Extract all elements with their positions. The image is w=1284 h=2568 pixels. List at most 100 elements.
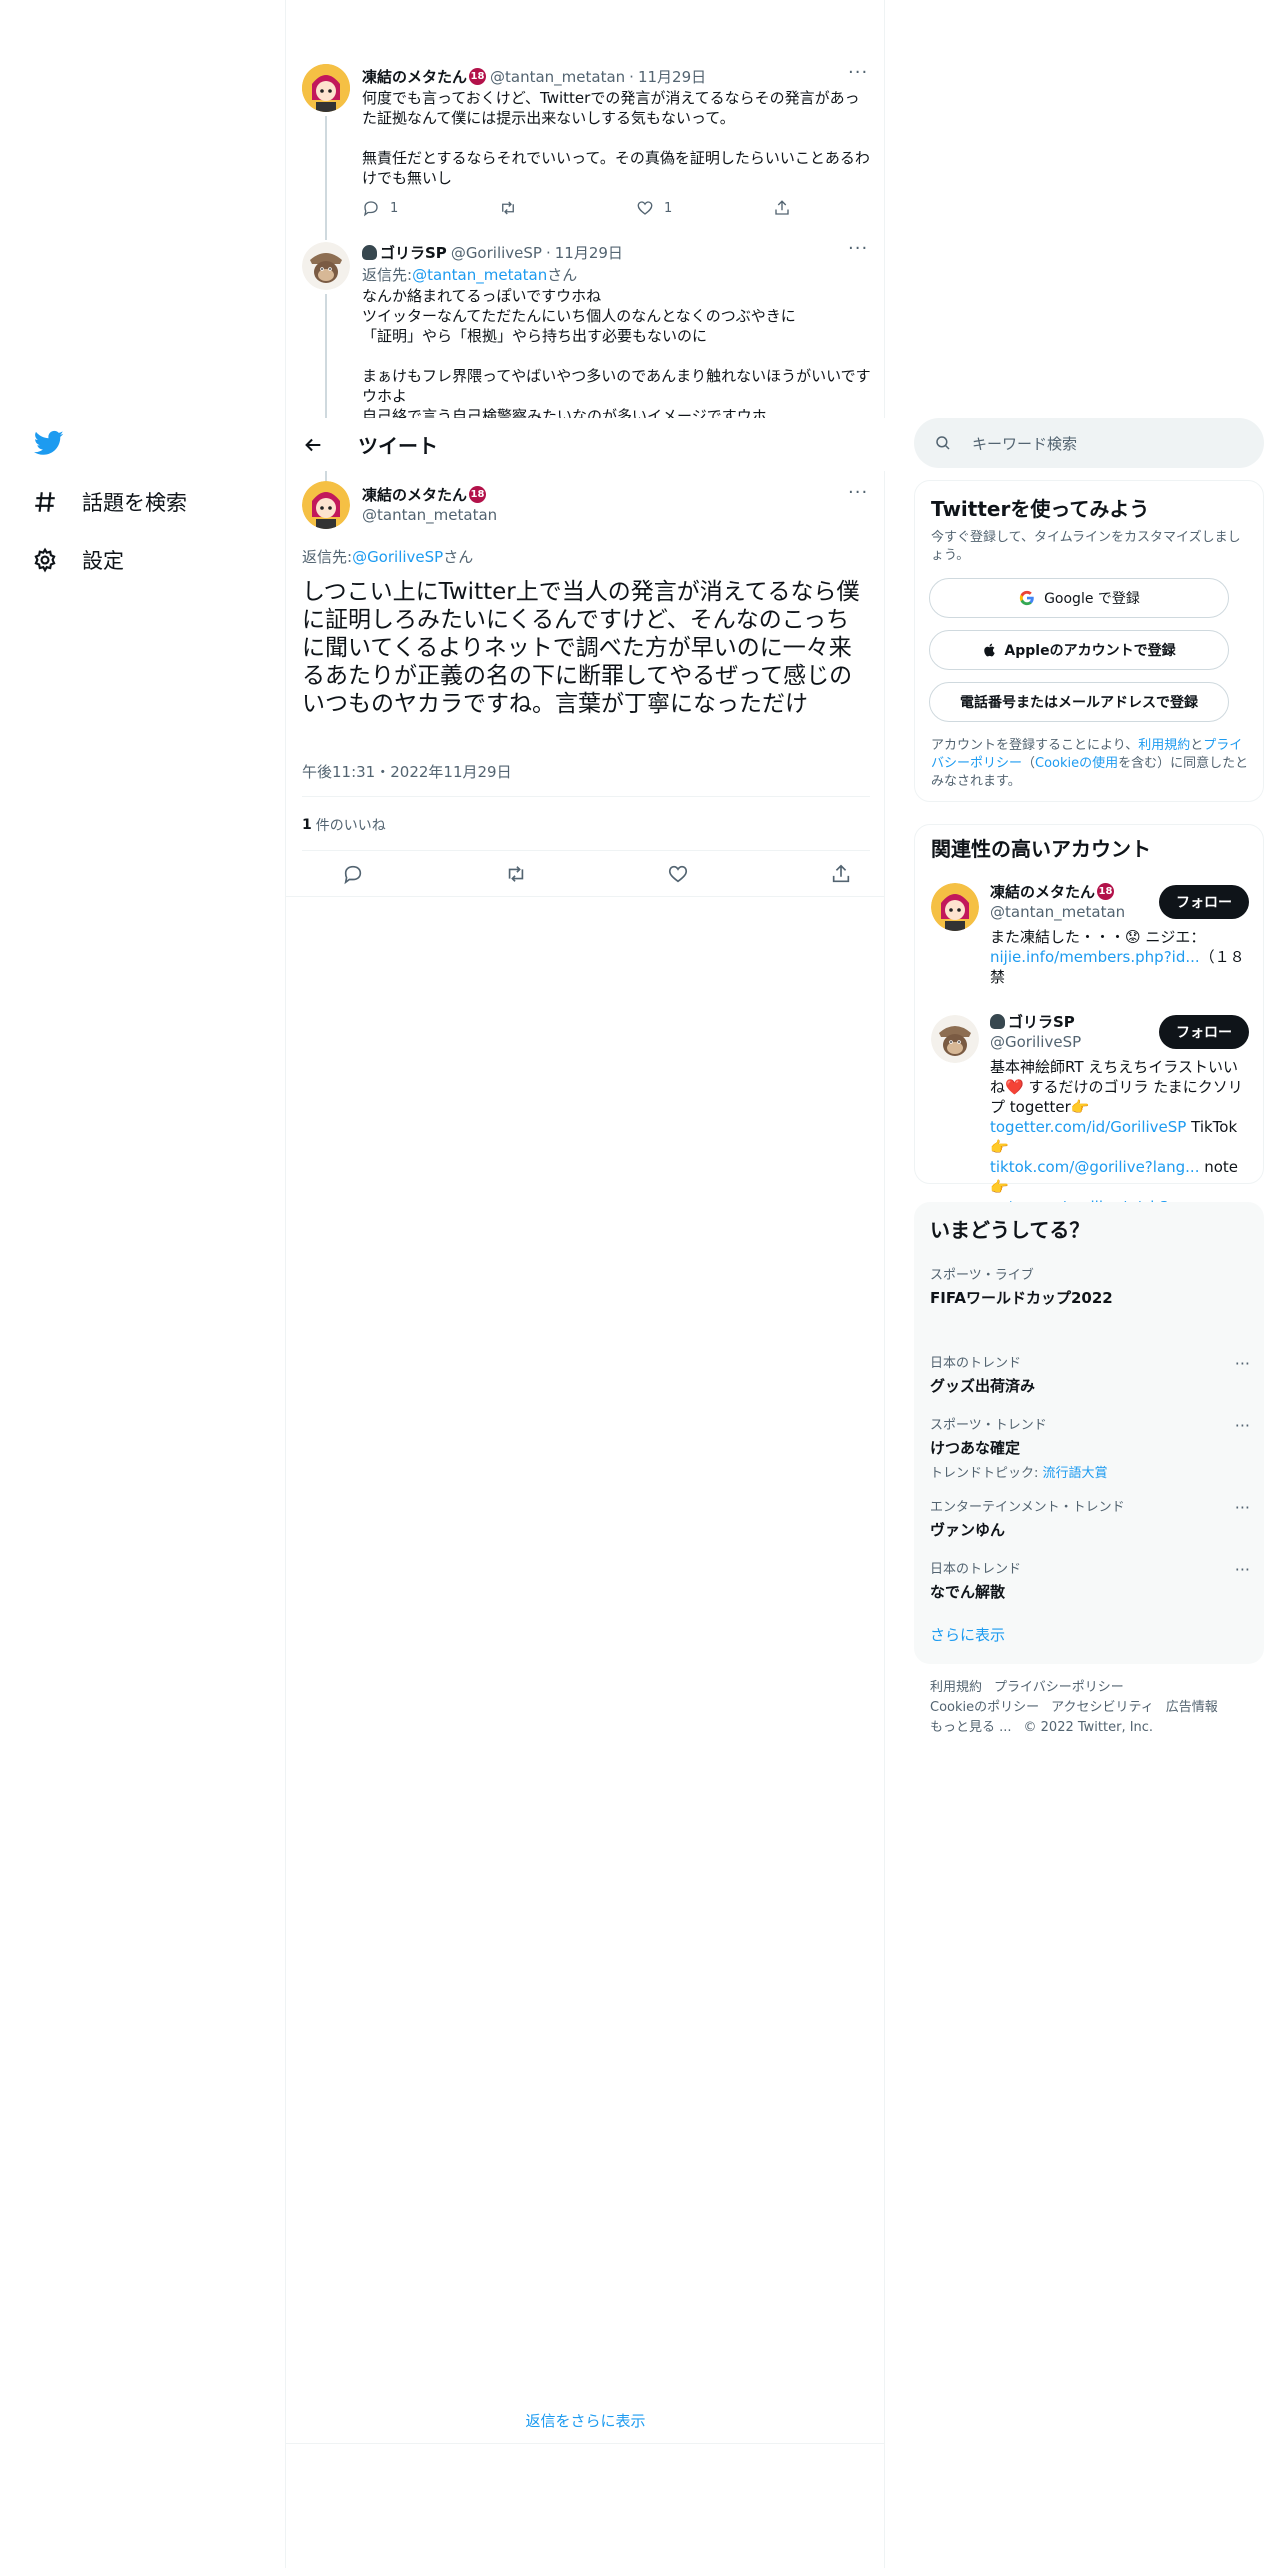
main-tweet-author[interactable]: 凍結のメタたん 18: [362, 484, 487, 505]
account-name[interactable]: 凍結のメタたん: [990, 881, 1095, 902]
nav-explore[interactable]: 話題を検索: [32, 482, 187, 522]
account-name[interactable]: ゴリラSP: [1008, 1011, 1075, 1032]
more-icon[interactable]: ···: [848, 238, 868, 259]
more-icon[interactable]: ···: [848, 62, 868, 83]
related-account[interactable]: ゴリラSP @GoriliveSP フォロー 基本神絵師RT えちえちイラストい…: [915, 1007, 1265, 1216]
footer: 利用規約 プライバシーポリシー Cookieのポリシー アクセシビリティ 広告情報 も…: [930, 1678, 1260, 1738]
tweet-date[interactable]: 11月29日: [638, 66, 706, 87]
follow-button[interactable]: フォロー: [1159, 885, 1249, 919]
share-icon[interactable]: [830, 863, 852, 885]
google-signup-button[interactable]: Google で登録: [929, 578, 1229, 618]
reply-prefix: 返信先:: [362, 266, 413, 284]
trends-card: いまどうしてる？ スポーツ・ライブ FIFAワールドカップ2022 日本のトレン…: [914, 1202, 1264, 1664]
display-name[interactable]: 凍結のメタたん: [362, 484, 467, 505]
footer-link[interactable]: プライバシーポリシー: [994, 1680, 1124, 1695]
avatar[interactable]: [931, 1015, 979, 1063]
reply-icon[interactable]: [342, 863, 364, 885]
trend-item[interactable]: エンターテインメント・トレンド ヴァンゆん ···: [930, 1496, 1250, 1540]
bio-text: 基本神絵師RT えちえちイラストいいね❤️ するだけのゴリラ たまにクソリプ t…: [990, 1058, 1243, 1116]
thread-tweet[interactable]: ゴリラSP @GoriliveSP · 11月29日 ··· 返信先: @tan…: [286, 232, 886, 418]
reply-suffix: さん: [547, 266, 578, 284]
footer-link[interactable]: 広告情報: [1166, 1700, 1218, 1715]
apple-signup-button[interactable]: Appleのアカウントで登録: [929, 630, 1229, 670]
trend-item[interactable]: 日本のトレンド グッズ出荷済み ···: [930, 1352, 1250, 1396]
trend-title: けつあな確定: [930, 1439, 1021, 1457]
follow-button[interactable]: フォロー: [1159, 1015, 1249, 1049]
related-accounts-card: 関連性の高いアカウント 凍結のメタたん 18 @tantan_metatan フ…: [914, 824, 1265, 1216]
apple-icon: [984, 643, 996, 657]
tweet-text: 何度でも言っておくけど、Twitterでの発言が消えてるならその発言があった証拠…: [362, 89, 870, 187]
handle[interactable]: @GoriliveSP: [451, 244, 542, 262]
avatar[interactable]: [302, 242, 350, 290]
bio-link[interactable]: togetter.com/id/GoriliveSP: [990, 1118, 1186, 1136]
display-name[interactable]: ゴリラSP: [380, 242, 447, 263]
twitter-logo-icon[interactable]: [32, 428, 66, 458]
thread-tweet[interactable]: 凍結のメタたん 18 @tantan_metatan · 11月29日 ··· …: [286, 0, 886, 240]
phone-email-signup-button[interactable]: 電話番号またはメールアドレスで登録: [929, 682, 1229, 722]
back-arrow-icon[interactable]: [302, 434, 324, 456]
legal-text: アカウントを登録することにより、: [931, 738, 1139, 753]
main-column: 凍結のメタたん 18 @tantan_metatan · 11月29日 ··· …: [285, 0, 885, 2568]
helmet-emoji-icon: [362, 245, 377, 260]
thread-line: [325, 471, 327, 481]
tweet-timestamp[interactable]: 午後11:31・2022年11月29日: [302, 761, 512, 782]
trend-category: スポーツ・トレンド: [930, 1418, 1047, 1433]
terms-link[interactable]: 利用規約: [1138, 738, 1190, 753]
retweet-icon[interactable]: [505, 863, 527, 885]
footer-link[interactable]: もっと見る ...: [930, 1720, 1012, 1735]
trend-item[interactable]: スポーツ・トレンド けつあな確定 トレンドトピック: 流行語大賞 ···: [930, 1414, 1250, 1481]
show-more-replies-button[interactable]: 返信をさらに表示: [286, 2400, 885, 2440]
reply-context: 返信先: @GoriliveSP さん: [302, 546, 473, 567]
page-header: ツイート: [286, 418, 885, 471]
avatar[interactable]: [302, 64, 350, 112]
reply-mention-link[interactable]: @tantan_metatan: [412, 266, 547, 284]
avatar[interactable]: [302, 481, 350, 529]
trend-item[interactable]: スポーツ・ライブ FIFAワールドカップ2022: [930, 1264, 1250, 1308]
google-icon: [1019, 590, 1034, 606]
search-input[interactable]: キーワード検索: [972, 433, 1077, 454]
account-handle[interactable]: @GoriliveSP: [990, 1033, 1081, 1051]
search-box[interactable]: キーワード検索: [914, 418, 1264, 468]
more-icon[interactable]: ···: [1235, 1560, 1250, 1579]
more-icon[interactable]: ···: [1235, 1354, 1250, 1373]
timestamp-text: 午後11:31・2022年11月29日: [302, 763, 512, 781]
trends-show-more[interactable]: さらに表示: [930, 1624, 1005, 1645]
share-button[interactable]: [773, 199, 910, 217]
likes-summary[interactable]: 1 件のいいね: [302, 815, 386, 835]
account-handle[interactable]: @tantan_metatan: [990, 903, 1125, 921]
footer-link[interactable]: 利用規約: [930, 1680, 982, 1695]
tweet-date[interactable]: 11月29日: [555, 242, 623, 263]
reply-button[interactable]: 1: [362, 199, 499, 217]
nav-settings[interactable]: 設定: [32, 540, 124, 580]
display-name[interactable]: 凍結のメタたん: [362, 66, 467, 87]
bio-link[interactable]: tiktok.com/@gorilive?lang...: [990, 1158, 1199, 1176]
left-nav: 話題を検索 設定: [0, 0, 285, 2568]
footer-link[interactable]: アクセシビリティ: [1051, 1700, 1154, 1715]
reply-count: 1: [390, 200, 399, 216]
trend-topic-link[interactable]: 流行語大賞: [1043, 1466, 1108, 1481]
footer-link[interactable]: Cookieのポリシー: [930, 1700, 1039, 1715]
avatar[interactable]: [931, 883, 979, 931]
handle[interactable]: @tantan_metatan: [362, 506, 497, 524]
legal-open: （: [1022, 756, 1036, 771]
related-account[interactable]: 凍結のメタたん 18 @tantan_metatan フォロー また凍結した・・…: [915, 877, 1265, 1007]
nav-explore-label: 話題を検索: [82, 491, 187, 515]
age-badge: 18: [469, 68, 487, 85]
cookie-link[interactable]: Cookieの使用: [1035, 756, 1118, 771]
more-icon[interactable]: ···: [1235, 1498, 1250, 1517]
bio-text: また凍結した・・・😟 ニジエ：: [990, 928, 1206, 946]
like-button[interactable]: 1: [636, 199, 773, 217]
heart-icon[interactable]: [667, 863, 689, 885]
account-name-row: 凍結のメタたん 18: [990, 881, 1115, 902]
retweet-button[interactable]: [499, 199, 636, 217]
handle[interactable]: @tantan_metatan: [490, 68, 625, 86]
reply-icon: [363, 201, 378, 217]
bio-link[interactable]: nijie.info/members.php?id...: [990, 948, 1200, 966]
more-icon[interactable]: ···: [848, 482, 868, 503]
reply-prefix: 返信先:: [302, 548, 353, 566]
age-badge: 18: [469, 486, 487, 503]
main-tweet-actions: [342, 863, 862, 885]
trend-item[interactable]: 日本のトレンド なでん解散 ···: [930, 1558, 1250, 1602]
reply-mention-link[interactable]: @GoriliveSP: [352, 548, 443, 566]
more-icon[interactable]: ···: [1235, 1416, 1250, 1435]
